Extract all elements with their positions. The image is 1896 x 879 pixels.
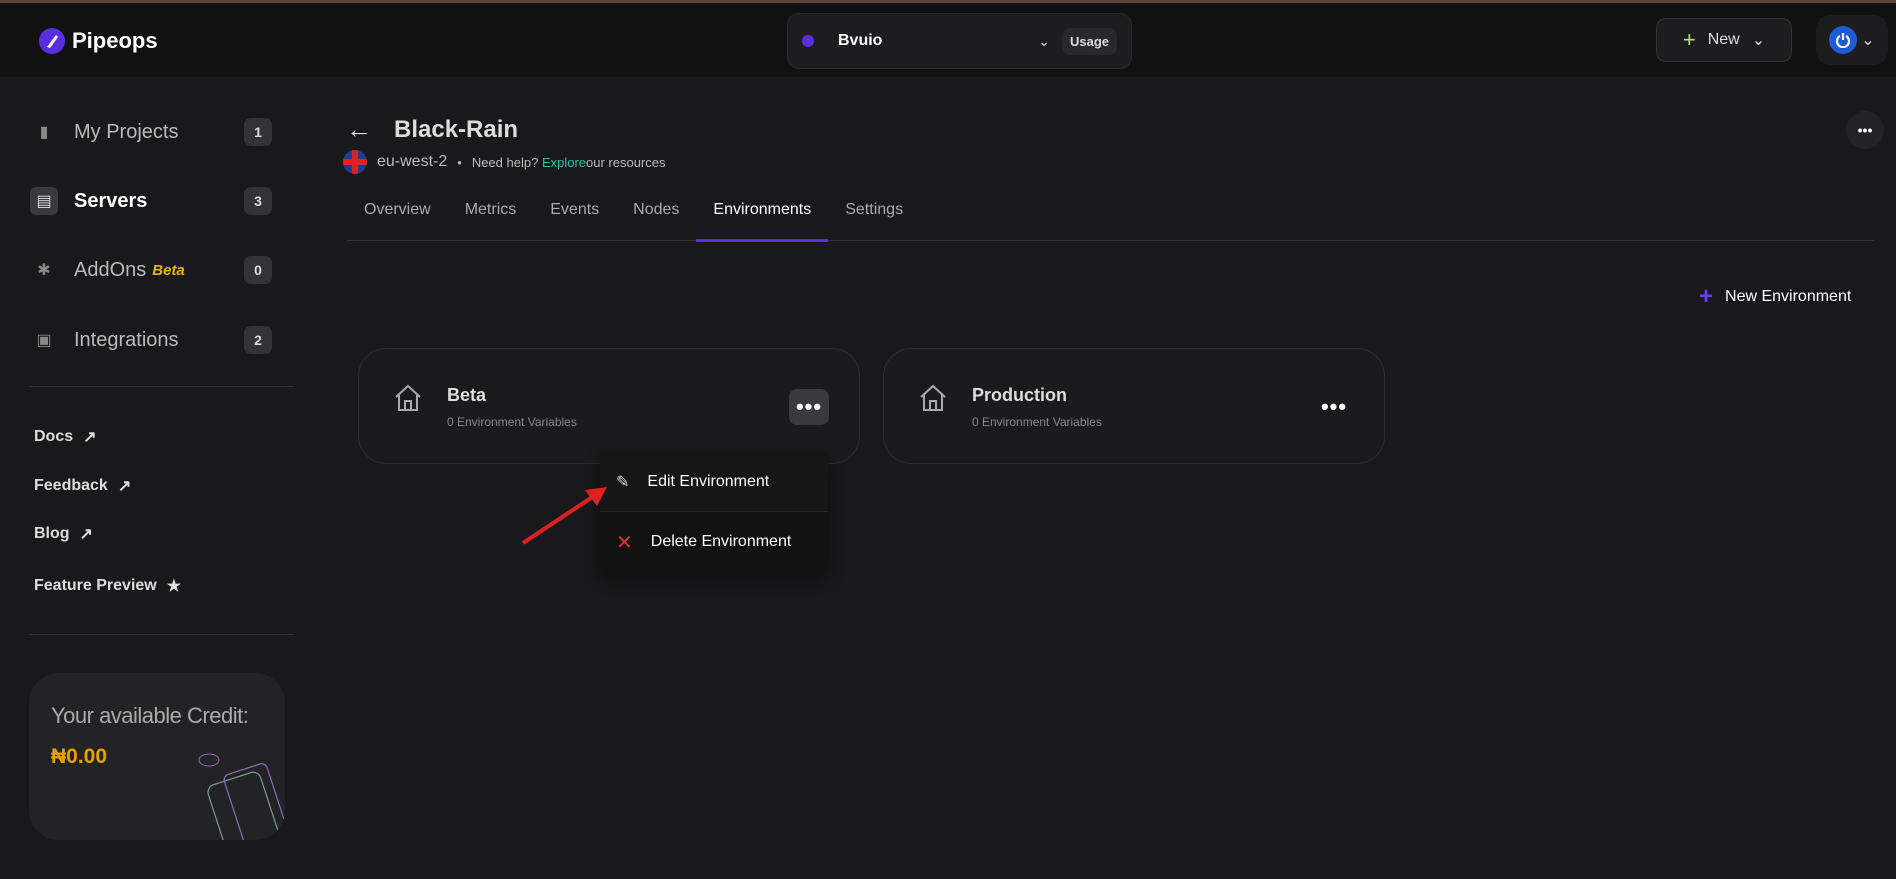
- external-link-icon: ↗: [83, 429, 97, 446]
- external-link-icon: ↗: [79, 526, 93, 543]
- server-meta: eu-west-2 • Need help? Exploreour resour…: [343, 150, 666, 174]
- credit-card: Your available Credit: ₦0.00: [29, 673, 285, 840]
- environment-vars: 0 Environment Variables: [972, 415, 1102, 429]
- menu-label: Edit Environment: [647, 472, 770, 490]
- feature-preview-link[interactable]: Feature Preview ★: [34, 576, 181, 596]
- sidebar-label: Integrations: [74, 328, 179, 351]
- link-label: Docs: [34, 428, 74, 445]
- brand-name: Pipeops: [72, 28, 158, 53]
- pencil-icon: ✎: [616, 473, 630, 491]
- home-icon: [920, 384, 946, 411]
- link-label: Blog: [34, 525, 70, 542]
- avatar: [1829, 26, 1858, 54]
- count-badge: 1: [244, 118, 272, 146]
- separator-dot: •: [457, 154, 462, 170]
- usage-button[interactable]: Usage: [1061, 27, 1117, 55]
- power-icon: [1836, 33, 1851, 48]
- credit-value: ₦0.00: [51, 745, 108, 768]
- sidebar-item-addons[interactable]: ✱ AddOns Beta 0: [30, 253, 272, 287]
- user-menu[interactable]: ⌄: [1816, 15, 1888, 65]
- sidebar-item-integrations[interactable]: ▣ Integrations 2: [30, 323, 272, 357]
- shooting-star-icon: ★: [166, 578, 182, 595]
- environment-card-beta[interactable]: Beta 0 Environment Variables •••: [358, 348, 860, 464]
- close-icon: ✕: [616, 531, 633, 554]
- blog-link[interactable]: Blog ↗: [34, 524, 93, 544]
- tab-metrics[interactable]: Metrics: [448, 196, 534, 240]
- server-icon: ▤: [30, 187, 58, 215]
- page-header: ← Black-Rain: [346, 114, 518, 145]
- page-title: Black-Rain: [394, 115, 519, 143]
- environment-name: Beta: [447, 385, 487, 405]
- explore-link[interactable]: Explore: [542, 155, 586, 170]
- rocket-icon: [39, 28, 65, 54]
- docs-link[interactable]: Docs ↗: [34, 427, 97, 447]
- environment-card-production[interactable]: Production 0 Environment Variables •••: [883, 348, 1385, 464]
- environment-menu-button[interactable]: •••: [789, 389, 829, 425]
- new-environment-label: New Environment: [1725, 288, 1852, 305]
- puzzle-icon: ▣: [36, 332, 52, 349]
- environment-menu-button[interactable]: •••: [1314, 389, 1354, 425]
- plus-icon: +: [1699, 283, 1714, 310]
- delete-environment-menu-item[interactable]: ✕ Delete Environment: [600, 512, 828, 572]
- tab-settings[interactable]: Settings: [828, 196, 920, 240]
- chevron-down-icon: ⌄: [1751, 32, 1766, 49]
- tab-environments[interactable]: Environments: [696, 196, 829, 242]
- sidebar-divider: [29, 386, 293, 387]
- workspace-selector[interactable]: Bvuio ⌄ Usage: [787, 13, 1132, 69]
- beta-tag: Beta: [152, 261, 185, 279]
- home-icon: [395, 384, 421, 411]
- new-label: New: [1707, 31, 1740, 48]
- brand-logo[interactable]: Pipeops: [38, 27, 158, 55]
- top-header: Pipeops Bvuio ⌄ Usage + New ⌄ ⌄: [0, 3, 1896, 77]
- sidebar-item-servers[interactable]: ▤ Servers 3: [30, 184, 272, 218]
- count-badge: 3: [244, 187, 272, 215]
- chevron-down-icon[interactable]: ⌄: [1038, 33, 1050, 50]
- feedback-link[interactable]: Feedback ↗: [34, 476, 131, 496]
- menu-label: Delete Environment: [650, 533, 792, 550]
- sidebar-item-my-projects[interactable]: ▮ My Projects 1: [30, 115, 272, 149]
- file-icon: ▮: [39, 124, 49, 141]
- plus-icon: +: [1682, 27, 1696, 52]
- tab-overview[interactable]: Overview: [347, 196, 448, 240]
- environment-vars: 0 Environment Variables: [447, 415, 577, 429]
- sidebar-label: Servers: [74, 189, 148, 212]
- external-link-icon: ↗: [117, 478, 132, 495]
- chevron-down-icon: ⌄: [1861, 32, 1875, 49]
- annotation-arrow-icon: [521, 487, 607, 545]
- new-environment-button[interactable]: + New Environment: [1699, 283, 1851, 311]
- workspace-dot-icon: [802, 35, 814, 47]
- sidebar-divider: [29, 634, 293, 635]
- tab-nodes[interactable]: Nodes: [616, 196, 696, 240]
- workspace-name: Bvuio: [838, 32, 883, 49]
- new-button[interactable]: + New ⌄: [1656, 18, 1792, 62]
- count-badge: 2: [244, 326, 272, 354]
- link-label: Feedback: [34, 477, 108, 494]
- link-label: Feature Preview: [34, 577, 157, 594]
- environment-name: Production: [972, 385, 1067, 405]
- region: eu-west-2: [377, 153, 448, 170]
- environment-dropdown-menu: ✎ Edit Environment ✕ Delete Environment: [600, 452, 828, 575]
- tab-events[interactable]: Events: [533, 196, 616, 240]
- sidebar-label: My Projects: [74, 120, 179, 143]
- tab-bar: Overview Metrics Events Nodes Environmen…: [347, 196, 1874, 242]
- more-options-button[interactable]: •••: [1846, 111, 1884, 149]
- credit-title: Your available Credit:: [51, 703, 249, 728]
- resources-text: our resources: [586, 154, 666, 170]
- wallet-icon: [198, 753, 284, 840]
- plug-icon: ✱: [37, 262, 51, 279]
- back-arrow-icon[interactable]: ←: [346, 114, 372, 145]
- help-text: Need help?: [471, 154, 539, 170]
- uk-flag-icon: [343, 150, 367, 174]
- sidebar-label: AddOns: [74, 258, 147, 281]
- count-badge: 0: [244, 256, 272, 284]
- edit-environment-menu-item[interactable]: ✎ Edit Environment: [600, 452, 828, 512]
